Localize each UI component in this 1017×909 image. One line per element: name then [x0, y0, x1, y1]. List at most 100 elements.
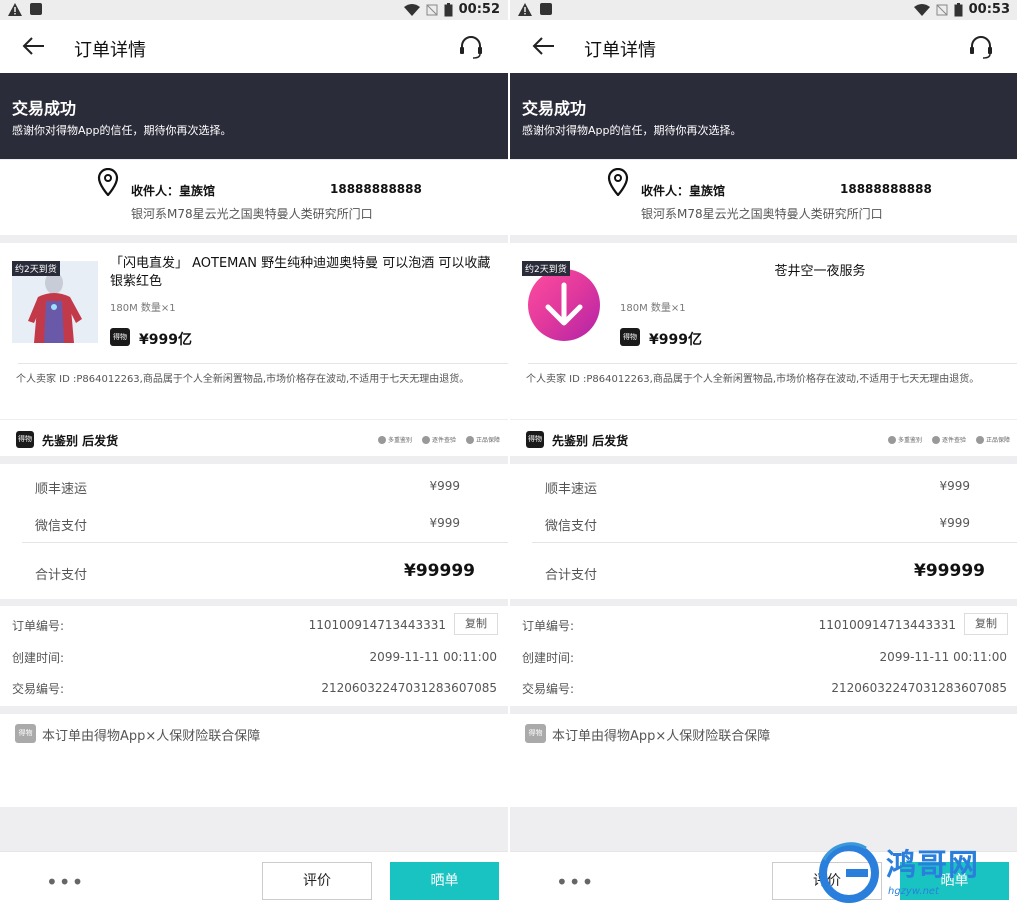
- order-number-label: 订单编号:: [522, 619, 575, 633]
- insurance-logo-icon: 得物: [525, 724, 546, 743]
- recipient-name: 收件人：皇族馆: [641, 184, 726, 198]
- divider: [528, 363, 1017, 364]
- appraisal-badge-text: 先鉴别 后发货: [552, 434, 629, 448]
- total-value: ¥99999: [914, 561, 985, 581]
- brand-logo-icon: 得物: [110, 328, 130, 346]
- trade-number-label: 交易编号:: [522, 682, 575, 696]
- notification-icon: [540, 3, 552, 15]
- page-title: 订单详情: [74, 40, 146, 61]
- signal-off-icon: [936, 4, 948, 15]
- location-pin-icon: [607, 168, 629, 196]
- payment-method-label: 微信支付: [545, 519, 598, 534]
- payment-method-label: 微信支付: [35, 519, 88, 534]
- service-list: 多重鉴别 逐件查验 正品保障: [377, 435, 500, 444]
- total-label: 合计支付: [545, 568, 598, 583]
- insurance-guarantee: 得物 本订单由得物App×人保财险联合保障: [510, 714, 1017, 807]
- payment-method-value: ¥999: [429, 516, 460, 530]
- payment-method-value: ¥999: [939, 516, 970, 530]
- product-spec: 180M 数量×1: [110, 303, 176, 314]
- divider: [532, 542, 1017, 543]
- nav-bar: 订单详情: [510, 20, 1017, 73]
- payment-card: 顺丰速运 ¥999 微信支付 ¥999 合计支付 ¥99999: [0, 464, 508, 599]
- share-order-button[interactable]: 晒单: [390, 862, 499, 900]
- recipient-name: 收件人：皇族馆: [131, 184, 216, 198]
- seller-note: 个人卖家 ID :P864012263,商品属于个人全新闲置物品,市场价格存在波…: [16, 374, 470, 385]
- wifi-icon: [403, 3, 420, 16]
- shield-icon: [975, 435, 984, 444]
- product-card[interactable]: 约2天到货 「闪电直发」 AOTEMAN 野生纯种迪迦奥特曼 可以泡酒 可以收藏…: [0, 243, 508, 456]
- created-time-label: 创建时间:: [12, 651, 65, 665]
- battery-icon: [954, 2, 963, 16]
- divider: [22, 542, 508, 543]
- back-arrow-icon[interactable]: [532, 36, 556, 56]
- order-info-card: 订单编号: 110100914713443331 复制 创建时间: 2099-1…: [0, 606, 508, 706]
- back-arrow-icon[interactable]: [22, 36, 46, 56]
- status-bar: 00:52: [0, 0, 508, 20]
- trade-number: 21206032247031283607085: [321, 681, 497, 695]
- order-info-card: 订单编号: 110100914713443331 复制 创建时间: 2099-1…: [510, 606, 1017, 706]
- appraisal-badge-icon: 得物: [526, 431, 544, 448]
- recipient-phone: 18888888888: [330, 182, 422, 196]
- order-status-banner: 交易成功 感谢你对得物App的信任，期待你再次选择。: [510, 73, 1017, 159]
- phone-screen-right: 00:53 订单详情 交易成功 感谢你对得物App的信任，期待你再次选择。 收件…: [510, 0, 1017, 909]
- shipping-value: ¥999: [429, 479, 460, 493]
- service-list: 多重鉴别 逐件查验 正品保障: [887, 435, 1010, 444]
- page-title: 订单详情: [584, 40, 656, 61]
- down-arrow-icon: [545, 282, 583, 326]
- seller-note: 个人卖家 ID :P864012263,商品属于个人全新闲置物品,市场价格存在波…: [526, 374, 980, 385]
- review-button[interactable]: 评价: [262, 862, 372, 900]
- diamond-icon: [421, 435, 430, 444]
- copy-button[interactable]: 复制: [964, 613, 1008, 635]
- appraisal-badge-icon: 得物: [16, 431, 34, 448]
- location-pin-icon: [97, 168, 119, 196]
- more-button[interactable]: •••: [46, 870, 84, 894]
- insurance-text: 本订单由得物App×人保财险联合保障: [42, 729, 261, 744]
- insurance-text: 本订单由得物App×人保财险联合保障: [552, 729, 771, 744]
- warning-icon: [8, 3, 22, 16]
- recipient-address: 银河系M78星云光之国奥特曼人类研究所门口: [641, 207, 883, 221]
- divider: [0, 419, 508, 420]
- status-title: 交易成功: [522, 99, 587, 118]
- status-time: 00:53: [968, 2, 1010, 17]
- product-spec: 180M 数量×1: [620, 303, 686, 314]
- diamond-icon: [931, 435, 940, 444]
- service-item: 逐件查验: [931, 435, 966, 444]
- insurance-guarantee: 得物 本订单由得物App×人保财险联合保障: [0, 714, 508, 807]
- service-item: 多重鉴别: [377, 435, 412, 444]
- notification-icon: [30, 3, 42, 15]
- trade-number-label: 交易编号:: [12, 682, 65, 696]
- service-item: 多重鉴别: [887, 435, 922, 444]
- customer-service-icon[interactable]: [458, 34, 484, 60]
- created-time-label: 创建时间:: [522, 651, 575, 665]
- warning-icon: [518, 3, 532, 16]
- copy-button[interactable]: 复制: [454, 613, 498, 635]
- product-card[interactable]: 约2天到货 苍井空一夜服务 180M 数量×1 得物 ¥999亿 个人卖家 ID…: [510, 243, 1017, 456]
- status-subtitle: 感谢你对得物App的信任，期待你再次选择。: [522, 124, 742, 137]
- order-number: 110100914713443331: [818, 618, 956, 632]
- customer-service-icon[interactable]: [968, 34, 994, 60]
- shipping-label: 顺丰速运: [35, 482, 88, 497]
- recipient-address: 银河系M78星云光之国奥特曼人类研究所门口: [131, 207, 373, 221]
- download-arrow-icon[interactable]: [528, 269, 600, 341]
- watermark-logo-icon: [819, 842, 879, 903]
- product-price: ¥999亿: [649, 332, 702, 348]
- status-title: 交易成功: [12, 99, 77, 118]
- service-item: 正品保障: [465, 435, 500, 444]
- status-time: 00:52: [458, 2, 500, 17]
- created-time: 2099-11-11 00:11:00: [369, 650, 497, 664]
- phone-screen-left: 00:52 订单详情 交易成功 感谢你对得物App的信任，期待你再次选择。 收件…: [0, 0, 508, 909]
- divider: [510, 419, 1017, 420]
- brand-logo-icon: 得物: [620, 328, 640, 346]
- total-value: ¥99999: [404, 561, 475, 581]
- watermark: 鸿哥网 hgzyw.net: [816, 840, 1016, 908]
- watermark-url: hgzyw.net: [888, 886, 939, 897]
- delivery-tag: 约2天到货: [522, 261, 570, 276]
- service-item: 逐件查验: [421, 435, 456, 444]
- created-time: 2099-11-11 00:11:00: [879, 650, 1007, 664]
- more-button[interactable]: •••: [556, 870, 594, 894]
- insurance-logo-icon: 得物: [15, 724, 36, 743]
- nav-bar: 订单详情: [0, 20, 508, 73]
- shield-icon: [465, 435, 474, 444]
- total-label: 合计支付: [35, 568, 88, 583]
- product-price: ¥999亿: [139, 332, 192, 348]
